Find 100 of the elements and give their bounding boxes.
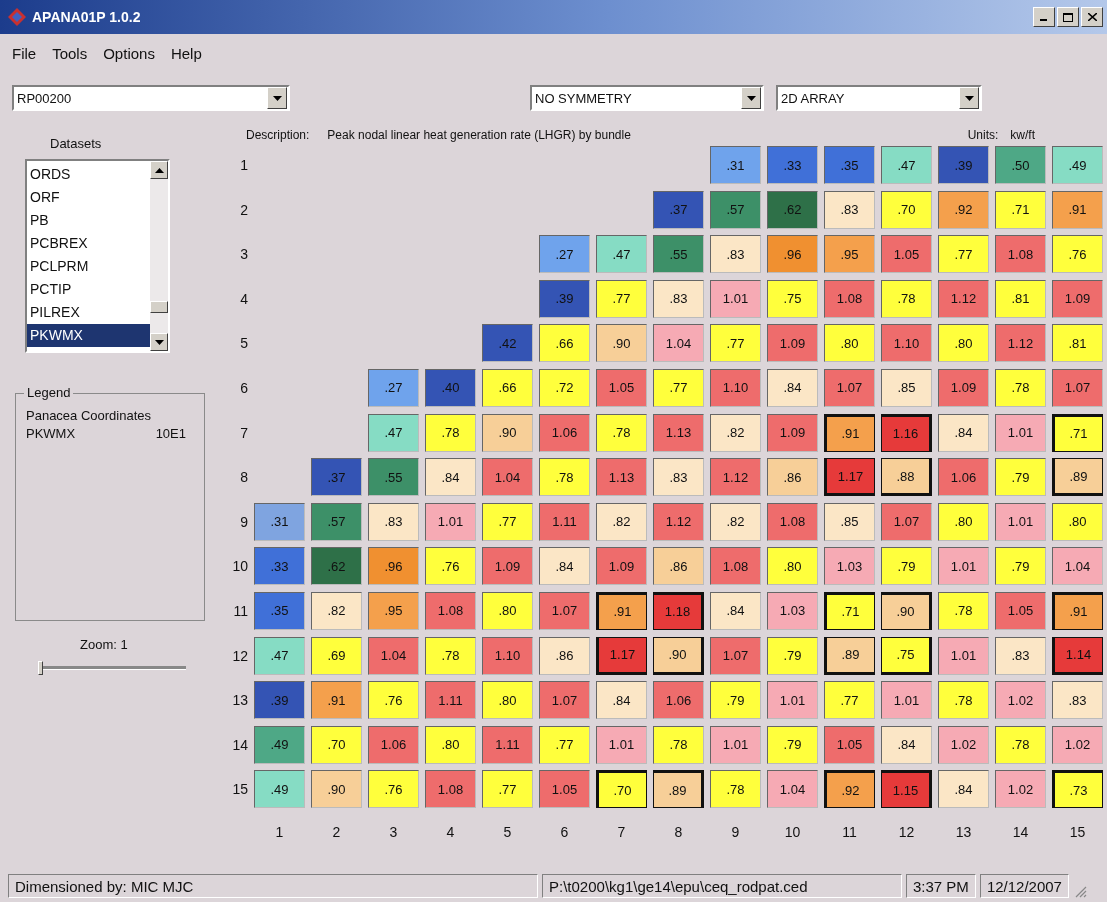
grid-cell[interactable]: .91 bbox=[824, 413, 875, 452]
grid-cell[interactable]: 1.08 bbox=[425, 770, 476, 809]
menu-item[interactable]: Options bbox=[103, 44, 155, 62]
grid-cell[interactable]: .47 bbox=[881, 146, 932, 184]
grid-cell[interactable]: 1.07 bbox=[1052, 368, 1103, 407]
grid-cell[interactable]: .77 bbox=[824, 681, 875, 720]
grid-cell[interactable]: .55 bbox=[368, 458, 419, 497]
grid-cell[interactable]: .79 bbox=[995, 547, 1046, 586]
grid-cell[interactable]: .66 bbox=[482, 368, 533, 407]
grid-cell[interactable]: 1.01 bbox=[881, 681, 932, 720]
grid-cell[interactable]: 1.05 bbox=[539, 770, 590, 809]
grid-cell[interactable]: 1.17 bbox=[596, 636, 647, 675]
grid-cell[interactable]: .83 bbox=[653, 458, 704, 497]
grid-cell[interactable]: 1.02 bbox=[995, 770, 1046, 809]
grid-cell[interactable]: .49 bbox=[254, 725, 305, 764]
grid-cell[interactable]: 1.09 bbox=[767, 413, 818, 452]
grid-cell[interactable]: .76 bbox=[368, 770, 419, 809]
grid-cell[interactable]: .84 bbox=[767, 368, 818, 407]
scroll-thumb[interactable] bbox=[150, 301, 168, 313]
grid-cell[interactable]: .55 bbox=[653, 235, 704, 274]
grid-cell[interactable]: .86 bbox=[539, 636, 590, 675]
grid-cell[interactable]: .91 bbox=[1052, 190, 1103, 229]
grid-cell[interactable]: .78 bbox=[881, 279, 932, 318]
grid-cell[interactable]: .83 bbox=[824, 190, 875, 229]
close-button[interactable] bbox=[1081, 7, 1103, 27]
grid-cell[interactable]: .85 bbox=[881, 368, 932, 407]
grid-cell[interactable]: 1.05 bbox=[596, 368, 647, 407]
grid-cell[interactable]: .71 bbox=[824, 591, 875, 630]
list-item[interactable]: PCTIP bbox=[27, 278, 150, 301]
grid-cell[interactable]: .27 bbox=[539, 235, 590, 274]
grid-cell[interactable]: .85 bbox=[824, 502, 875, 541]
grid-cell[interactable]: 1.01 bbox=[425, 502, 476, 541]
grid-cell[interactable]: 1.06 bbox=[653, 681, 704, 720]
grid-cell[interactable]: .47 bbox=[596, 235, 647, 274]
grid-cell[interactable]: 1.01 bbox=[596, 725, 647, 764]
grid-cell[interactable]: 1.01 bbox=[767, 681, 818, 720]
grid-cell[interactable]: .77 bbox=[482, 770, 533, 809]
grid-cell[interactable]: .82 bbox=[596, 502, 647, 541]
grid-cell[interactable]: .57 bbox=[311, 502, 362, 541]
grid-cell[interactable]: 1.12 bbox=[938, 279, 989, 318]
grid-cell[interactable]: 1.15 bbox=[881, 770, 932, 809]
grid-cell[interactable]: 1.01 bbox=[710, 279, 761, 318]
grid-cell[interactable]: .80 bbox=[1052, 502, 1103, 541]
grid-cell[interactable]: 1.09 bbox=[596, 547, 647, 586]
grid-cell[interactable]: .49 bbox=[254, 770, 305, 809]
grid-cell[interactable]: .80 bbox=[938, 324, 989, 363]
grid-cell[interactable]: .84 bbox=[425, 458, 476, 497]
grid-cell[interactable]: .80 bbox=[425, 725, 476, 764]
grid-cell[interactable]: .33 bbox=[767, 146, 818, 184]
grid-cell[interactable]: .92 bbox=[938, 190, 989, 229]
grid-cell[interactable]: .84 bbox=[881, 725, 932, 764]
grid-cell[interactable]: 1.11 bbox=[539, 502, 590, 541]
grid-cell[interactable]: 1.11 bbox=[425, 681, 476, 720]
grid-cell[interactable]: .70 bbox=[881, 190, 932, 229]
list-item[interactable]: ORDS bbox=[27, 163, 150, 186]
grid-cell[interactable]: .66 bbox=[539, 324, 590, 363]
grid-cell[interactable]: .96 bbox=[368, 547, 419, 586]
grid-cell[interactable]: .77 bbox=[653, 368, 704, 407]
grid-cell[interactable]: .35 bbox=[824, 146, 875, 184]
grid-cell[interactable]: .83 bbox=[995, 636, 1046, 675]
menu-item[interactable]: Tools bbox=[52, 44, 88, 62]
grid-cell[interactable]: 1.05 bbox=[881, 235, 932, 274]
grid-cell[interactable]: .71 bbox=[1052, 413, 1103, 452]
list-item[interactable]: PCBREX bbox=[27, 232, 150, 255]
grid-cell[interactable]: .47 bbox=[254, 636, 305, 675]
grid-cell[interactable]: 1.02 bbox=[938, 725, 989, 764]
grid-cell[interactable]: 1.13 bbox=[653, 413, 704, 452]
grid-cell[interactable]: .89 bbox=[653, 770, 704, 809]
grid-cell[interactable]: .78 bbox=[938, 681, 989, 720]
grid-cell[interactable]: 1.13 bbox=[596, 458, 647, 497]
grid-cell[interactable]: .90 bbox=[482, 413, 533, 452]
grid-cell[interactable]: 1.01 bbox=[938, 547, 989, 586]
grid-cell[interactable]: .31 bbox=[710, 146, 761, 184]
grid-cell[interactable]: 1.16 bbox=[881, 413, 932, 452]
grid-cell[interactable]: .90 bbox=[653, 636, 704, 675]
grid-cell[interactable]: .81 bbox=[995, 279, 1046, 318]
grid-cell[interactable]: 1.08 bbox=[710, 547, 761, 586]
grid-cell[interactable]: .83 bbox=[710, 235, 761, 274]
grid-cell[interactable]: .84 bbox=[539, 547, 590, 586]
grid-cell[interactable]: 1.01 bbox=[995, 413, 1046, 452]
grid-cell[interactable]: .75 bbox=[881, 636, 932, 675]
grid-cell[interactable]: 1.10 bbox=[881, 324, 932, 363]
grid-cell[interactable]: 1.01 bbox=[710, 725, 761, 764]
grid-cell[interactable]: 1.07 bbox=[539, 591, 590, 630]
grid-cell[interactable]: .49 bbox=[1052, 146, 1103, 184]
grid-cell[interactable]: .76 bbox=[425, 547, 476, 586]
grid-cell[interactable]: 1.04 bbox=[1052, 547, 1103, 586]
grid-cell[interactable]: 1.07 bbox=[710, 636, 761, 675]
grid-cell[interactable]: .78 bbox=[425, 636, 476, 675]
grid-cell[interactable]: 1.06 bbox=[938, 458, 989, 497]
grid-cell[interactable]: .35 bbox=[254, 591, 305, 630]
grid-cell[interactable]: .76 bbox=[368, 681, 419, 720]
grid-cell[interactable]: .76 bbox=[1052, 235, 1103, 274]
grid-cell[interactable]: .71 bbox=[995, 190, 1046, 229]
grid-cell[interactable]: 1.04 bbox=[368, 636, 419, 675]
grid-cell[interactable]: .82 bbox=[710, 502, 761, 541]
grid-cell[interactable]: .57 bbox=[710, 190, 761, 229]
grid-cell[interactable]: .84 bbox=[596, 681, 647, 720]
grid-cell[interactable]: 1.02 bbox=[995, 681, 1046, 720]
grid-cell[interactable]: .78 bbox=[995, 725, 1046, 764]
